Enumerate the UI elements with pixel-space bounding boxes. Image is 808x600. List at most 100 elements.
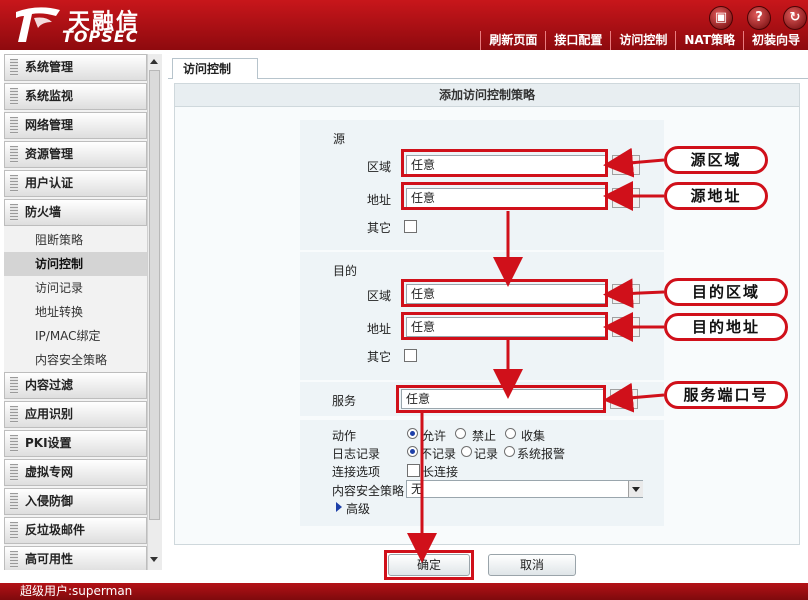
conn-option-label: 连接选项 [332, 465, 381, 479]
log-label: 日志记录 [332, 447, 381, 461]
tab-access-control[interactable]: 访问控制 [172, 58, 258, 79]
log-none-label: 不记录 [420, 447, 457, 461]
callout-dest-address: 目的地址 [664, 313, 788, 341]
source-address-label: 地址 [367, 193, 392, 207]
grip-icon [10, 551, 18, 568]
nav-refresh[interactable]: 刷新页面 [480, 31, 545, 50]
action-allow-label: 允许 [422, 429, 447, 443]
long-conn-checkbox[interactable] [407, 464, 420, 477]
action-collect-radio[interactable] [505, 428, 516, 439]
expand-triangle-icon[interactable] [336, 502, 342, 512]
top-nav: 刷新页面 接口配置 访问控制 NAT策略 初装向导 [480, 31, 808, 50]
content-policy-select[interactable]: 无 [406, 480, 643, 498]
dest-zone-picker-icon[interactable] [612, 284, 640, 304]
sidebar-item-ips[interactable]: 入侵防御 [4, 488, 147, 515]
sidebar-item-user-auth[interactable]: 用户认证 [4, 170, 147, 197]
sidebar-item-content-filter[interactable]: 内容过滤 [4, 372, 147, 399]
sidebar-item-system[interactable]: 系统管理 [4, 54, 147, 81]
sidebar-item-label: 应用识别 [25, 407, 74, 421]
grip-icon [10, 175, 18, 192]
logout-icon[interactable]: ↻ [783, 6, 807, 30]
status-bar: 超级用户:superman [0, 583, 808, 600]
log-record-label: 记录 [474, 447, 499, 461]
action-allow-radio[interactable] [407, 428, 418, 439]
dest-address-picker-icon[interactable] [612, 317, 640, 337]
panel-title: 添加访问控制策略 [175, 84, 799, 107]
source-zone-picker-icon[interactable] [612, 155, 640, 175]
sidebar-item-resources[interactable]: 资源管理 [4, 141, 147, 168]
advanced-link[interactable]: 高级 [346, 500, 370, 517]
highlight-ok-button [384, 550, 474, 580]
grip-icon [10, 204, 18, 221]
sidebar-item-antispam[interactable]: 反垃圾邮件 [4, 517, 147, 544]
sidebar-scrollbar[interactable] [147, 54, 162, 570]
log-record-radio[interactable] [461, 446, 472, 457]
sidebar-item-pki[interactable]: PKI设置 [4, 430, 147, 457]
scroll-down-icon[interactable] [150, 557, 158, 562]
sidebar-item-label: 反垃圾邮件 [25, 523, 86, 537]
source-zone-label: 区域 [367, 160, 392, 174]
sidebar-item-label: 入侵防御 [25, 494, 74, 508]
source-address-picker-icon[interactable] [612, 188, 640, 208]
sidebar-subitem-ip-mac-binding[interactable]: IP/MAC绑定 [4, 324, 147, 348]
scroll-up-icon[interactable] [150, 59, 158, 64]
sidebar-subitem-nat[interactable]: 地址转换 [4, 300, 147, 324]
tab-strip: 访问控制 [168, 56, 808, 79]
sidebar-item-firewall[interactable]: 防火墙 [4, 199, 147, 226]
callout-dest-zone: 目的区域 [664, 278, 788, 306]
dest-other-label: 其它 [367, 350, 392, 364]
highlight-src-zone [401, 149, 608, 177]
sidebar-item-label: 系统监视 [25, 89, 74, 103]
grip-icon [10, 117, 18, 134]
save-icon[interactable]: ▣ [709, 6, 733, 30]
sidebar-subitem-access-log[interactable]: 访问记录 [4, 276, 147, 300]
nav-access-control[interactable]: 访问控制 [610, 31, 675, 50]
action-deny-radio[interactable] [455, 428, 466, 439]
nav-nat-policy[interactable]: NAT策略 [675, 31, 743, 50]
service-picker-icon[interactable] [610, 389, 638, 409]
service-label: 服务 [332, 394, 357, 408]
highlight-service [396, 385, 606, 413]
sidebar-item-label: 系统管理 [25, 60, 74, 74]
help-icon[interactable]: ? [747, 6, 771, 30]
sidebar-item-label: 网络管理 [25, 118, 74, 132]
long-conn-label: 长连接 [422, 465, 459, 479]
grip-icon [10, 493, 18, 510]
sidebar-item-vpn[interactable]: 虚拟专网 [4, 459, 147, 486]
dest-address-label: 地址 [367, 322, 392, 336]
sidebar-item-label: 虚拟专网 [25, 465, 74, 479]
log-none-radio[interactable] [407, 446, 418, 457]
current-user: 超级用户:superman [20, 584, 133, 598]
dropdown-arrow-icon [632, 487, 640, 492]
cancel-button[interactable]: 取消 [488, 554, 576, 576]
log-alarm-radio[interactable] [504, 446, 515, 457]
grip-icon [10, 464, 18, 481]
sidebar-item-app-identify[interactable]: 应用识别 [4, 401, 147, 428]
scrollbar-thumb[interactable] [149, 70, 160, 520]
sidebar-subitem-content-security[interactable]: 内容安全策略 [4, 348, 147, 372]
sidebar: 系统管理 系统监视 网络管理 资源管理 用户认证 防火墙 阻断策略 访问控制 访… [4, 54, 147, 570]
sidebar-item-network[interactable]: 网络管理 [4, 112, 147, 139]
sidebar-item-label: 内容过滤 [25, 378, 74, 392]
grip-icon [10, 435, 18, 452]
brand-name-en: TOPSEC [62, 27, 139, 46]
dest-heading: 目的 [333, 264, 358, 278]
dest-other-checkbox[interactable] [404, 349, 417, 362]
topsec-logo-icon [16, 7, 60, 43]
grip-icon [10, 406, 18, 423]
dest-zone-label: 区域 [367, 289, 392, 303]
sidebar-item-label: 高可用性 [25, 552, 74, 566]
chevron-down-icon[interactable] [628, 481, 643, 497]
nav-setup-wizard[interactable]: 初装向导 [742, 31, 808, 50]
sidebar-subitem-access-control[interactable]: 访问控制 [4, 252, 147, 276]
source-other-checkbox[interactable] [404, 220, 417, 233]
callout-source-address: 源地址 [664, 182, 768, 210]
nav-interface-config[interactable]: 接口配置 [545, 31, 610, 50]
sidebar-item-label: 防火墙 [25, 205, 62, 219]
highlight-src-addr [401, 182, 608, 210]
sidebar-item-ha[interactable]: 高可用性 [4, 546, 147, 570]
sidebar-item-label: PKI设置 [25, 436, 72, 450]
sidebar-item-monitor[interactable]: 系统监视 [4, 83, 147, 110]
sidebar-subitem-block-policy[interactable]: 阻断策略 [4, 228, 147, 252]
grip-icon [10, 88, 18, 105]
